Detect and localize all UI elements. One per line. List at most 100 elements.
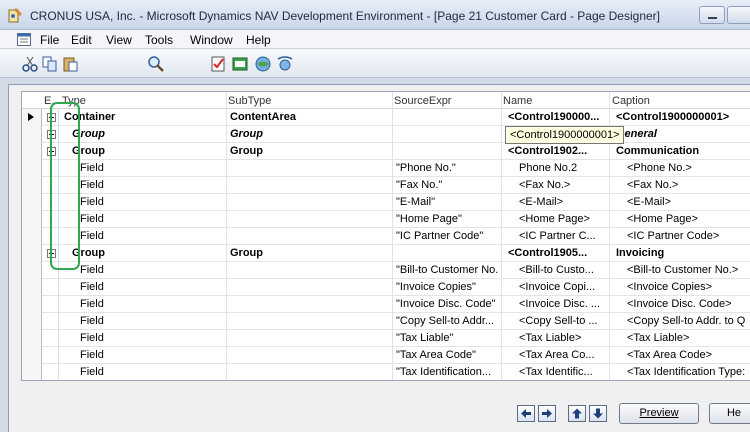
caption-cell[interactable]: Communication (616, 145, 750, 157)
caption-cell[interactable]: <Tax Area Code> (627, 349, 750, 361)
find-icon[interactable] (147, 55, 165, 73)
menu-view[interactable]: View (106, 33, 132, 47)
menu-edit[interactable]: Edit (71, 33, 92, 47)
row-selector[interactable] (22, 296, 42, 313)
subtype-cell[interactable]: Group (230, 145, 390, 157)
name-cell[interactable]: <Fax No.> (519, 179, 619, 191)
table-row[interactable]: Field "E-Mail" <E-Mail> <E-Mail> (22, 194, 750, 211)
table-row[interactable]: Field "IC Partner Code" <IC Partner C... <I… (22, 228, 750, 245)
type-cell[interactable]: Field (80, 264, 224, 276)
subtype-cell[interactable]: ContentArea (230, 111, 390, 123)
window-menu-icon[interactable] (17, 33, 31, 46)
name-cell[interactable]: <Bill-to Custo... (519, 264, 619, 276)
row-selector[interactable] (22, 194, 42, 211)
row-selector[interactable] (22, 245, 42, 262)
name-cell[interactable]: <Tax Liable> (519, 332, 619, 344)
caption-cell[interactable]: <Phone No.> (627, 162, 750, 174)
move-down-button[interactable] (589, 405, 607, 422)
sourceexpr-cell[interactable]: "Tax Area Code" (396, 349, 498, 361)
paste-icon[interactable] (62, 55, 80, 73)
row-selector[interactable] (22, 160, 42, 177)
move-left-button[interactable] (517, 405, 535, 422)
row-selector[interactable] (22, 279, 42, 296)
row-selector[interactable] (22, 330, 42, 347)
caption-cell[interactable]: <Fax No.> (627, 179, 750, 191)
type-cell[interactable]: Group (72, 247, 224, 259)
name-cell[interactable]: Phone No.2 (519, 162, 619, 174)
sourceexpr-cell[interactable]: "IC Partner Code" (396, 230, 498, 242)
row-selector[interactable] (22, 143, 42, 160)
name-cell[interactable]: <Control1902... (508, 145, 608, 157)
name-cell[interactable]: <E-Mail> (519, 196, 619, 208)
designer-icon[interactable] (231, 55, 249, 73)
help-button[interactable]: He (709, 403, 750, 424)
name-cell[interactable]: <Copy Sell-to ... (519, 315, 619, 327)
type-cell[interactable]: Field (80, 366, 224, 378)
designer-grid[interactable]: E.. Type SubType SourceExpr Name Caption… (21, 91, 750, 381)
caption-cell[interactable]: <Invoice Copies> (627, 281, 750, 293)
caption-cell[interactable]: <E-Mail> (627, 196, 750, 208)
sourceexpr-cell[interactable]: "Tax Liable" (396, 332, 498, 344)
copy-icon[interactable] (41, 55, 59, 73)
maximize-button[interactable] (727, 6, 750, 24)
row-selector[interactable] (22, 211, 42, 228)
name-cell[interactable]: <Invoice Copi... (519, 281, 619, 293)
type-cell[interactable]: Field (80, 298, 224, 310)
preview-button[interactable]: Preview (619, 403, 699, 424)
type-cell[interactable]: Field (80, 349, 224, 361)
type-cell[interactable]: Field (80, 230, 224, 242)
sourceexpr-cell[interactable]: "E-Mail" (396, 196, 498, 208)
table-row[interactable]: Container ContentArea <Control190000... <Co… (22, 109, 750, 126)
caption-cell[interactable]: <Tax Liable> (627, 332, 750, 344)
table-row[interactable]: Group Group General (22, 126, 750, 143)
row-selector[interactable] (22, 228, 42, 245)
table-row[interactable]: Field "Tax Liable" <Tax Liable> <Tax Liable… (22, 330, 750, 347)
name-cell[interactable]: <Control1905... (508, 247, 608, 259)
cut-icon[interactable] (21, 55, 39, 73)
caption-cell[interactable]: <Copy Sell-to Addr. to Q (627, 315, 750, 327)
header-name[interactable]: Name (503, 95, 532, 107)
minimize-button[interactable] (699, 6, 725, 24)
row-selector[interactable] (22, 364, 42, 380)
sourceexpr-cell[interactable]: "Home Page" (396, 213, 498, 225)
name-cell[interactable]: <Tax Identific... (519, 366, 619, 378)
type-cell[interactable]: Field (80, 162, 224, 174)
header-sourceexpr[interactable]: SourceExpr (394, 95, 451, 107)
sourceexpr-cell[interactable]: "Tax Identification... (396, 366, 498, 378)
properties-icon[interactable] (209, 55, 227, 73)
type-cell[interactable]: Field (80, 315, 224, 327)
caption-cell[interactable]: <IC Partner Code> (627, 230, 750, 242)
table-row[interactable]: Group Group <Control1905... Invoicing (22, 245, 750, 262)
type-cell[interactable]: Group (72, 145, 224, 157)
table-row[interactable]: Field "Copy Sell-to Addr... <Copy Sell-to … (22, 313, 750, 330)
menu-help[interactable]: Help (246, 33, 271, 47)
row-selector[interactable] (22, 313, 42, 330)
caption-cell[interactable]: <Home Page> (627, 213, 750, 225)
objects-icon[interactable] (254, 55, 272, 73)
type-cell[interactable]: Field (80, 281, 224, 293)
debug-icon[interactable] (276, 55, 294, 73)
sourceexpr-cell[interactable]: "Invoice Copies" (396, 281, 498, 293)
table-row[interactable]: Field "Tax Identification... <Tax Identifi… (22, 364, 750, 380)
name-cell[interactable]: <IC Partner C... (519, 230, 619, 242)
move-right-button[interactable] (538, 405, 556, 422)
caption-cell[interactable]: <Bill-to Customer No.> (627, 264, 750, 276)
table-row[interactable]: Field "Fax No." <Fax No.> <Fax No.> (22, 177, 750, 194)
row-selector[interactable] (22, 126, 42, 143)
table-row[interactable]: Field "Home Page" <Home Page> <Home Page> (22, 211, 750, 228)
table-row[interactable]: Field "Invoice Disc. Code" <Invoice Disc. … (22, 296, 750, 313)
move-up-button[interactable] (568, 405, 586, 422)
menu-window[interactable]: Window (190, 33, 233, 47)
sourceexpr-cell[interactable]: "Copy Sell-to Addr... (396, 315, 498, 327)
row-selector[interactable] (22, 262, 42, 279)
table-row[interactable]: Group Group <Control1902... Communication (22, 143, 750, 160)
row-selector[interactable] (22, 177, 42, 194)
name-cell[interactable]: <Tax Area Co... (519, 349, 619, 361)
subtype-cell[interactable]: Group (230, 128, 390, 140)
row-selector[interactable] (22, 347, 42, 364)
sourceexpr-cell[interactable]: "Fax No." (396, 179, 498, 191)
table-row[interactable]: Field "Bill-to Customer No." <Bill-to Cust… (22, 262, 750, 279)
type-cell[interactable]: Field (80, 332, 224, 344)
sourceexpr-cell[interactable]: "Invoice Disc. Code" (396, 298, 498, 310)
sourceexpr-cell[interactable]: "Phone No." (396, 162, 498, 174)
